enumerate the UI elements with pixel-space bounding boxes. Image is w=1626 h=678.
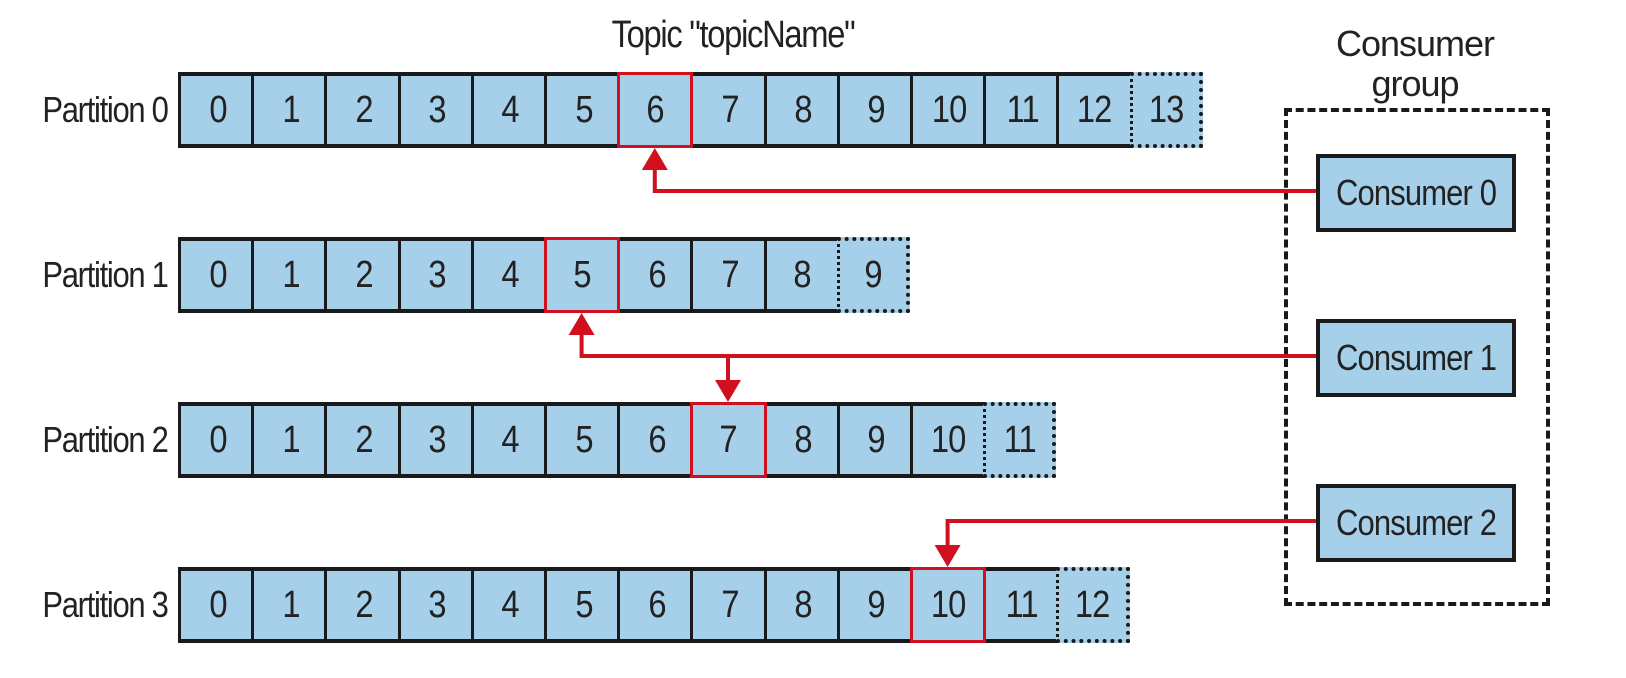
kafka-consumer-group-diagram: Topic "topicName" Consumer group Partiti… <box>0 0 1626 678</box>
partition-3-offset-cell: 10 <box>910 567 987 643</box>
offset-value: 7 <box>719 418 738 461</box>
arrow-consumer1-partition2-head <box>715 380 741 402</box>
consumer-1-label: Consumer 1 <box>1335 337 1497 378</box>
offset-value: 10 <box>930 583 967 626</box>
partition-2-offset-cell: 7 <box>690 402 767 478</box>
consumer-2-label: Consumer 2 <box>1335 502 1497 543</box>
arrow-consumer1-partition1-line <box>579 333 1316 358</box>
partition-1-offset-cell: 5 <box>544 237 621 313</box>
consumer-0-label: Consumer 0 <box>1335 172 1497 213</box>
consumer-0[interactable]: Consumer 0 <box>1316 154 1516 232</box>
arrow-consumer2-partition3-head <box>934 545 961 567</box>
consumer-2[interactable]: Consumer 2 <box>1316 484 1516 562</box>
arrow-consumer1-partition1-head <box>568 313 595 335</box>
partition-0-offset-cell: 6 <box>617 72 694 148</box>
arrow-consumer0-partition0-line <box>652 168 1316 193</box>
arrow-consumer2-partition3-line <box>945 519 1316 549</box>
consumer-1[interactable]: Consumer 1 <box>1316 319 1516 397</box>
offset-value: 5 <box>573 253 591 296</box>
offset-value: 6 <box>646 88 665 131</box>
arrow-consumer0-partition0-head <box>641 148 668 170</box>
